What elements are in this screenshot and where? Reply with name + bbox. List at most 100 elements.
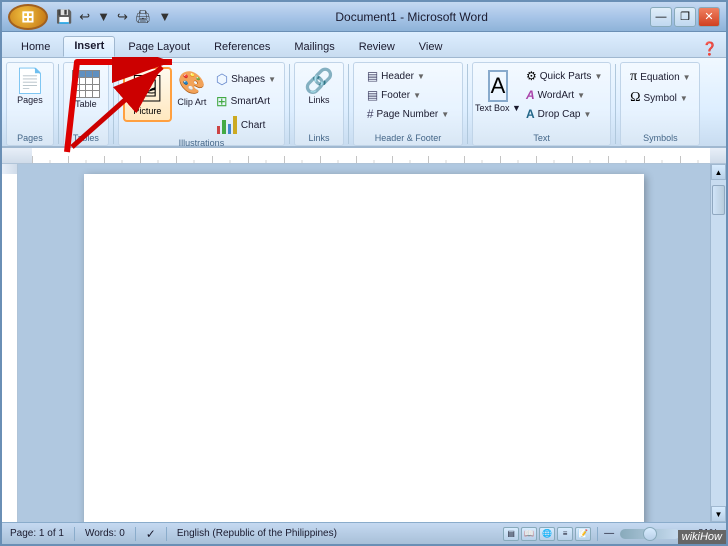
tab-review[interactable]: Review (348, 37, 406, 57)
illus-right: ⬡ Shapes ▼ ⊞ SmartArt (212, 67, 280, 137)
qa-dropdown[interactable]: ▼ (156, 7, 173, 26)
shapes-arrow: ▼ (268, 75, 276, 84)
status-bar: Page: 1 of 1 Words: 0 ✓ English (Republi… (2, 522, 726, 544)
chart-label: Chart (241, 120, 265, 131)
zoom-handle[interactable] (643, 527, 657, 541)
word-art-arrow: ▼ (577, 91, 585, 100)
sep1 (58, 64, 59, 144)
page-number-icon: # (367, 107, 374, 121)
ribbon-group-symbols: π Equation ▼ Ω Symbol ▼ Symbols (620, 62, 700, 146)
ribbon: 📄 Pages Pages Table Tab (2, 58, 726, 148)
footer-label: Footer (381, 90, 410, 101)
ruler-h-inner (32, 148, 710, 163)
word-art-button[interactable]: A WordArt ▼ (522, 86, 606, 104)
symbol-arrow: ▼ (680, 94, 688, 103)
title-bar-left: ⊞ 💾 ↩ ▼ ↪ 🖨 ▼ (8, 4, 173, 30)
document-page[interactable] (84, 174, 644, 522)
table-button[interactable]: Table (68, 67, 104, 112)
help-icon[interactable]: ❓ (702, 41, 718, 57)
smartart-icon: ⊞ (216, 93, 228, 110)
links-button[interactable]: 🔗 Links (300, 67, 338, 108)
page-info: Page: 1 of 1 (10, 528, 64, 539)
zoom-slider[interactable] (620, 529, 680, 539)
draft-button[interactable]: 📝 (575, 527, 591, 541)
page-number-button[interactable]: # Page Number ▼ (363, 105, 453, 123)
window-title: Document1 - Microsoft Word (173, 10, 650, 24)
tab-home[interactable]: Home (10, 37, 61, 57)
office-button[interactable]: ⊞ (8, 4, 48, 30)
ribbon-group-pages: 📄 Pages Pages (6, 62, 54, 146)
header-icon: ▤ (367, 69, 378, 83)
sep3 (289, 64, 290, 144)
page-number-label: Page Number (377, 109, 439, 120)
restore-button[interactable]: ❐ (674, 7, 696, 27)
smartart-button[interactable]: ⊞ SmartArt (212, 91, 280, 112)
zoom-minus[interactable]: — (604, 528, 614, 539)
vertical-ruler (2, 164, 18, 522)
window-controls: — ❐ ✕ (650, 7, 720, 27)
status-divider-4 (597, 527, 598, 541)
tab-page-layout[interactable]: Page Layout (117, 37, 201, 57)
picture-button[interactable]: 🖼 Picture (123, 67, 172, 122)
close-button[interactable]: ✕ (698, 7, 720, 27)
clip-art-icon: 🎨 (178, 70, 205, 96)
scroll-up-button[interactable]: ▲ (711, 164, 726, 180)
ribbon-group-header-footer: ▤ Header ▼ ▤ Footer ▼ # Page Number ▼ He… (353, 62, 463, 146)
ribbon-tabs: Home Insert Page Layout References Maili… (2, 32, 726, 58)
chart-icon (216, 115, 238, 135)
text-box-button[interactable]: A Text Box ▼ (477, 67, 519, 116)
drop-cap-arrow: ▼ (583, 110, 591, 119)
links-label: Links (308, 95, 329, 105)
clip-art-button[interactable]: 🎨 Clip Art (174, 67, 210, 110)
hf-content: ▤ Header ▼ ▤ Footer ▼ # Page Number ▼ (363, 65, 453, 132)
drop-cap-icon: A (526, 107, 535, 121)
web-layout-button[interactable]: 🌐 (539, 527, 555, 541)
shapes-button[interactable]: ⬡ Shapes ▼ (212, 69, 280, 90)
print-layout-button[interactable]: ▤ (503, 527, 519, 541)
scroll-thumb[interactable] (712, 185, 725, 215)
pages-button[interactable]: 📄 Pages (11, 67, 49, 108)
sep5 (467, 64, 468, 144)
word-count: Words: 0 (85, 528, 125, 539)
scroll-track[interactable] (711, 180, 726, 506)
tab-view[interactable]: View (408, 37, 454, 57)
ribbon-group-links: 🔗 Links Links (294, 62, 344, 146)
header-label: Header (381, 71, 414, 82)
pages-icon: 📄 (15, 70, 45, 94)
quick-parts-label: Quick Parts (540, 71, 592, 82)
tab-insert[interactable]: Insert (63, 36, 115, 57)
equation-button[interactable]: π Equation ▼ (626, 67, 694, 87)
symbol-button[interactable]: Ω Symbol ▼ (626, 88, 692, 108)
header-arrow: ▼ (417, 72, 425, 81)
spell-check-icon: ✓ (146, 527, 156, 541)
tab-mailings[interactable]: Mailings (283, 37, 345, 57)
word-art-label: WordArt (538, 90, 575, 101)
illus-content: 🖼 Picture 🎨 Clip Art ⬡ Shapes ▼ (123, 65, 280, 137)
full-reading-button[interactable]: 📖 (521, 527, 537, 541)
text-box-icon: A (488, 70, 509, 102)
chart-button[interactable]: Chart (212, 113, 280, 137)
quick-parts-arrow: ▼ (594, 72, 602, 81)
header-button[interactable]: ▤ Header ▼ (363, 67, 429, 85)
undo-button[interactable]: ↩ (77, 7, 92, 27)
undo-dropdown[interactable]: ▼ (95, 7, 112, 26)
horizontal-ruler (2, 148, 726, 164)
links-content: 🔗 Links (300, 65, 338, 132)
redo-button[interactable]: ↪ (115, 7, 130, 27)
table-label: Table (75, 99, 97, 109)
tab-references[interactable]: References (203, 37, 281, 57)
page-container (18, 164, 710, 522)
tables-content: Table (68, 65, 104, 132)
drop-cap-button[interactable]: A Drop Cap ▼ (522, 105, 606, 123)
footer-arrow: ▼ (413, 91, 421, 100)
outline-button[interactable]: ≡ (557, 527, 573, 541)
scroll-down-button[interactable]: ▼ (711, 506, 726, 522)
word-window: ⊞ 💾 ↩ ▼ ↪ 🖨 ▼ Document1 - Microsoft Word… (0, 0, 728, 546)
save-button[interactable]: 💾 (54, 7, 74, 27)
minimize-button[interactable]: — (650, 7, 672, 27)
quick-parts-button[interactable]: ⚙ Quick Parts ▼ (522, 67, 606, 85)
print-button[interactable]: 🖨 (133, 7, 154, 27)
tables-group-label: Tables (68, 132, 104, 145)
footer-button[interactable]: ▤ Footer ▼ (363, 86, 425, 104)
vertical-scrollbar[interactable]: ▲ ▼ (710, 164, 726, 522)
